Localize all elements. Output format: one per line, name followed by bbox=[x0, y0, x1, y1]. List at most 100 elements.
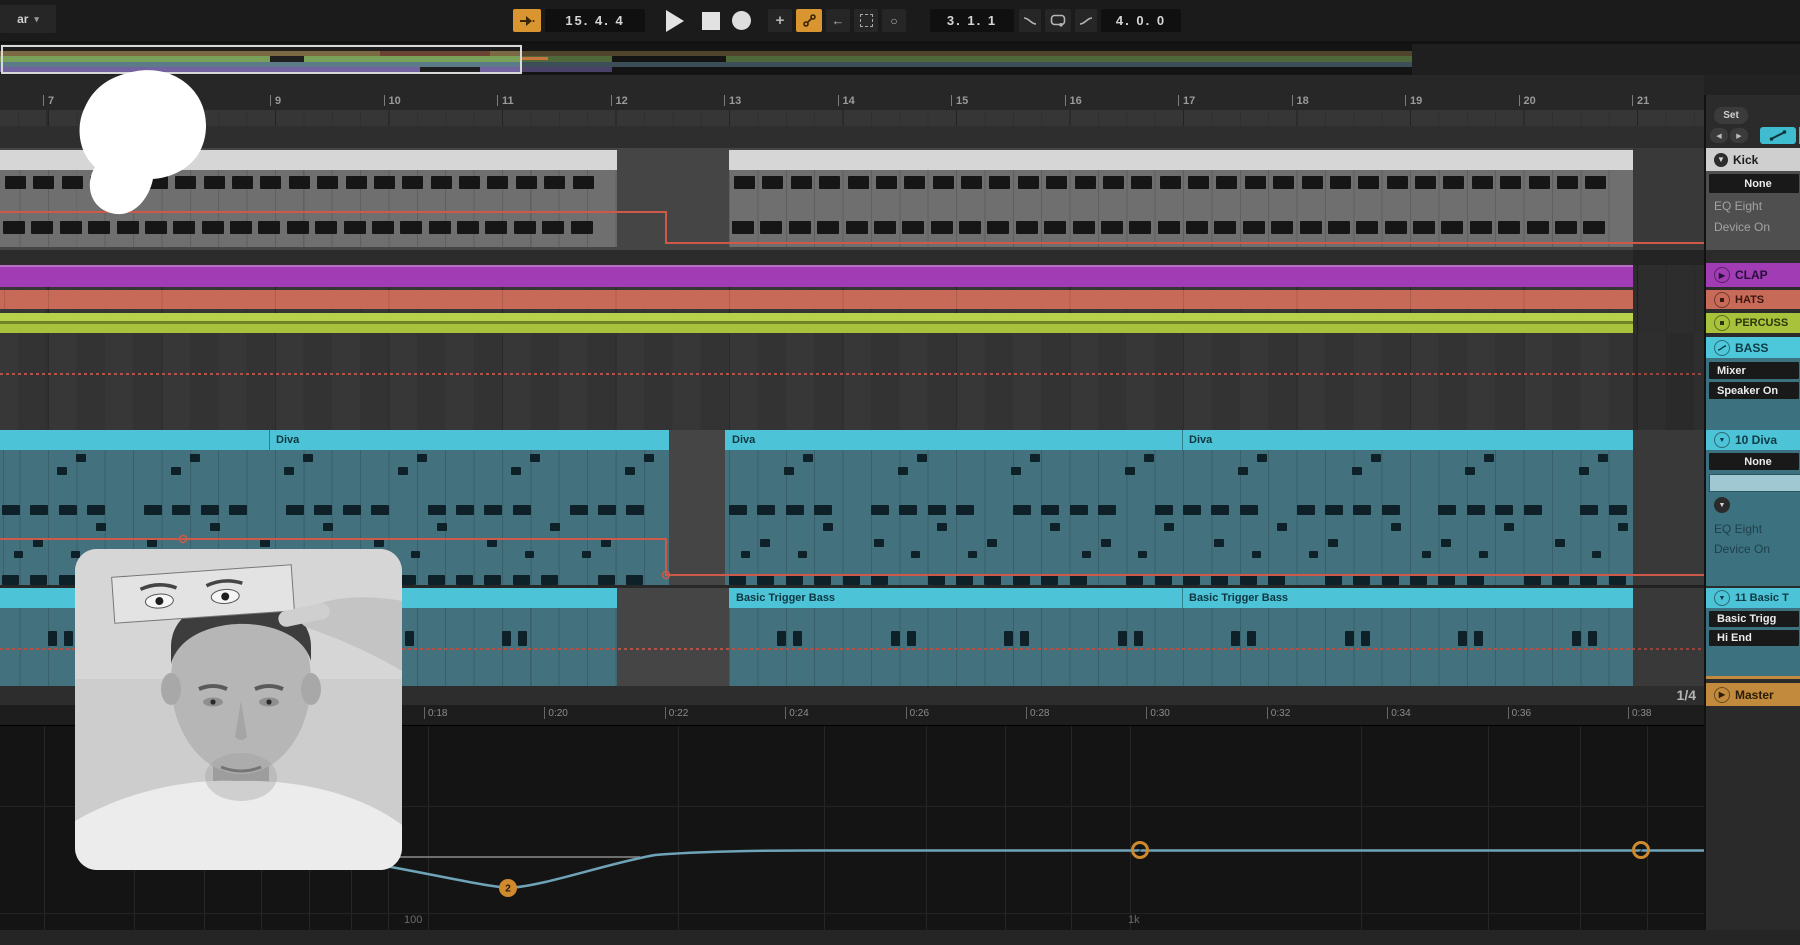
track-name: PERCUSS bbox=[1735, 317, 1788, 329]
selection-box-icon bbox=[860, 14, 873, 27]
automation-breakpoint-label: 2 bbox=[505, 884, 511, 895]
play-clip-icon[interactable]: ▶ bbox=[1714, 267, 1730, 283]
record-button[interactable] bbox=[728, 9, 754, 32]
time-label: 0:28 bbox=[1030, 708, 1049, 719]
chevron-down-icon: ▾ bbox=[34, 14, 39, 25]
plus-icon: + bbox=[776, 12, 785, 29]
time-label: 0:18 bbox=[428, 708, 447, 719]
automation-param-chooser[interactable]: Speaker On bbox=[1709, 382, 1799, 399]
time-label: 0:38 bbox=[1632, 708, 1651, 719]
percuss-track-header[interactable]: PERCUSS bbox=[1706, 313, 1800, 333]
loop-start-display[interactable]: 3. 1. 1 bbox=[930, 9, 1014, 32]
basic-track-panel: Basic Trigg Hi End bbox=[1706, 608, 1800, 678]
hats-track-header[interactable]: HATS bbox=[1706, 290, 1800, 309]
bar-number: 13 bbox=[729, 95, 741, 107]
punch-in-button[interactable] bbox=[1019, 9, 1041, 32]
kick-device-chooser[interactable]: None bbox=[1709, 174, 1799, 193]
bar-grid-menu[interactable]: ar ▾ bbox=[0, 5, 56, 33]
unfold-track-icon[interactable]: ▼ bbox=[1714, 432, 1730, 448]
bar-number: 15 bbox=[956, 95, 968, 107]
clap-track-header[interactable]: ▶ CLAP bbox=[1706, 263, 1800, 287]
diva-track-header[interactable]: ▼ 10 Diva bbox=[1706, 430, 1800, 450]
chip-label: Basic Trigg bbox=[1709, 613, 1776, 625]
automation-mode-button[interactable]: ○ bbox=[882, 9, 906, 32]
nav-right-button[interactable]: ▶ bbox=[1730, 128, 1748, 143]
arrangement-overview[interactable] bbox=[0, 44, 1800, 75]
webcam-overlay-photo bbox=[75, 549, 402, 870]
punch-out-button[interactable] bbox=[1075, 9, 1097, 32]
track-name: BASS bbox=[1735, 341, 1768, 355]
play-button[interactable] bbox=[658, 9, 692, 32]
automation-device-chooser[interactable]: Basic Trigg bbox=[1709, 611, 1799, 627]
bar-number: 11 bbox=[502, 95, 514, 107]
kick-track-header[interactable]: ▼ Kick bbox=[1706, 148, 1800, 171]
track-name: HATS bbox=[1735, 294, 1764, 306]
bar-number: 20 bbox=[1524, 95, 1536, 107]
unfold-track-icon[interactable]: ▼ bbox=[1714, 153, 1728, 167]
bar-number: 16 bbox=[1070, 95, 1082, 107]
back-to-arrangement-button[interactable]: ← bbox=[826, 9, 850, 32]
add-track-button[interactable]: + bbox=[768, 9, 792, 32]
time-label: 0:34 bbox=[1391, 708, 1410, 719]
device-row[interactable]: EQ Eight bbox=[1714, 199, 1762, 213]
group-curve-icon[interactable] bbox=[1714, 340, 1730, 356]
basic-track-header[interactable]: ▼ 11 Basic T bbox=[1706, 588, 1800, 608]
chip-label: None bbox=[1736, 178, 1772, 190]
white-blob-overlay bbox=[75, 69, 210, 219]
time-label: 0:20 bbox=[548, 708, 567, 719]
bar-number: 19 bbox=[1410, 95, 1422, 107]
beat-time-ruler[interactable]: 789101112131415161718192021 bbox=[0, 75, 1704, 111]
time-label: 0:32 bbox=[1271, 708, 1290, 719]
draw-mode-button[interactable] bbox=[796, 9, 822, 32]
master-track-top bbox=[1706, 676, 1800, 679]
chip-label: Hi End bbox=[1709, 632, 1752, 644]
bar-number: 10 bbox=[389, 95, 401, 107]
device-row[interactable]: Device On bbox=[1714, 220, 1770, 234]
device-row[interactable]: EQ Eight bbox=[1714, 522, 1762, 536]
track-header-panel: Set ◀ ▶ ▼ Kick None EQ Eight Device On bbox=[1704, 95, 1800, 930]
nav-left-button[interactable]: ◀ bbox=[1710, 128, 1728, 143]
arrangement-position-display[interactable]: 15. 4. 4 bbox=[545, 9, 645, 32]
diva-device-chooser[interactable]: None bbox=[1709, 453, 1799, 470]
punch-in-icon bbox=[1023, 15, 1037, 27]
chip-label: None bbox=[1736, 456, 1772, 468]
clip-state-icon[interactable] bbox=[1714, 292, 1730, 308]
follow-button[interactable] bbox=[513, 9, 541, 32]
automation-device-chooser[interactable]: Mixer bbox=[1709, 362, 1799, 379]
track-name: Kick bbox=[1733, 153, 1758, 167]
stop-button[interactable] bbox=[698, 9, 724, 32]
play-icon bbox=[666, 10, 684, 32]
record-icon bbox=[732, 11, 751, 30]
bar-number: 7 bbox=[48, 95, 54, 107]
ableton-arrangement-view: ar ▾ 15. 4. 4 + bbox=[0, 0, 1800, 945]
set-button[interactable]: Set bbox=[1714, 107, 1748, 124]
device-row[interactable]: Device On bbox=[1714, 542, 1770, 556]
portrait-illustration bbox=[75, 549, 402, 870]
chip-label: Speaker On bbox=[1709, 385, 1778, 397]
empty-param-field[interactable] bbox=[1709, 474, 1800, 492]
master-track-header[interactable]: ▶ Master bbox=[1706, 683, 1800, 706]
fold-button[interactable]: ▼ bbox=[1714, 497, 1730, 513]
fade-line-icon bbox=[1769, 130, 1787, 141]
automation-fade-button[interactable] bbox=[1760, 127, 1796, 144]
loop-button[interactable] bbox=[1045, 9, 1071, 32]
track-name: 10 Diva bbox=[1735, 433, 1777, 447]
loop-length-display[interactable]: 4. 0. 0 bbox=[1101, 9, 1181, 32]
time-label: 0:24 bbox=[789, 708, 808, 719]
chip-label: Mixer bbox=[1709, 365, 1746, 377]
automation-param-chooser[interactable]: Hi End bbox=[1709, 630, 1799, 646]
region-select-button[interactable] bbox=[854, 9, 878, 32]
bar-number: 14 bbox=[843, 95, 855, 107]
nav-left-icon: ◀ bbox=[1716, 132, 1721, 140]
unfold-track-icon[interactable]: ▼ bbox=[1714, 590, 1730, 606]
transport-bar: ar ▾ 15. 4. 4 + bbox=[0, 0, 1800, 44]
bass-group-header[interactable]: BASS bbox=[1706, 337, 1800, 358]
punch-out-icon bbox=[1079, 15, 1093, 27]
bar-number: 21 bbox=[1637, 95, 1649, 107]
overview-dim bbox=[521, 44, 1412, 75]
clip-state-icon[interactable] bbox=[1714, 315, 1730, 331]
automation-breakpoint-label: 2 bbox=[1138, 848, 1142, 855]
diva-track-panel: None ▼ EQ Eight Device On bbox=[1706, 450, 1800, 586]
draw-mode-icon bbox=[803, 14, 816, 27]
play-clip-icon[interactable]: ▶ bbox=[1714, 687, 1730, 703]
